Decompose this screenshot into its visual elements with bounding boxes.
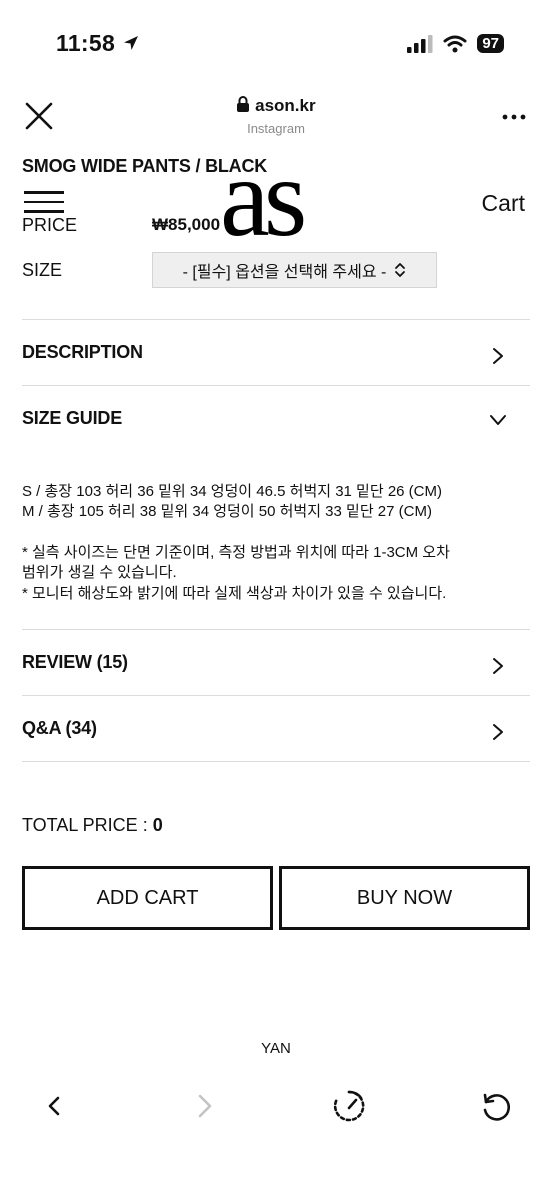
total-price: TOTAL PRICE : 0 — [22, 815, 163, 836]
price-label: PRICE — [22, 215, 78, 235]
footer-text: YAN — [261, 1040, 291, 1057]
qna-toggle[interactable]: Q&A (34) — [22, 718, 97, 739]
url-source: Instagram — [247, 121, 305, 136]
total-price-value: 0 — [152, 815, 163, 835]
menu-icon[interactable] — [24, 191, 64, 213]
size-guide-toggle[interactable]: SIZE GUIDE — [22, 408, 122, 429]
buy-now-button[interactable]: BUY NOW — [279, 866, 530, 930]
back-icon[interactable] — [36, 1088, 72, 1124]
signal-icon — [407, 34, 433, 53]
divider — [22, 385, 530, 386]
total-price-label: TOTAL PRICE : — [22, 815, 153, 835]
url-text: ason.kr — [255, 96, 316, 115]
refresh-icon[interactable] — [478, 1088, 514, 1124]
lock-icon — [237, 96, 250, 112]
speed-icon[interactable] — [331, 1088, 367, 1124]
more-icon[interactable] — [502, 113, 526, 121]
price-value: ₩85,000 — [152, 215, 221, 234]
size-guide-note-2: * 모니터 해상도와 밝기에 따라 실제 색상과 차이가 있을 수 있습니다. — [22, 585, 447, 602]
size-select[interactable]: - [필수] 옵션을 선택해 주세요 - — [152, 252, 437, 288]
divider — [22, 761, 530, 762]
battery-icon: 97 — [477, 34, 504, 53]
add-cart-button[interactable]: ADD CART — [22, 866, 273, 930]
size-select-value: - [필수] 옵션을 선택해 주세요 - — [182, 264, 387, 281]
site-logo[interactable]: as — [220, 142, 307, 254]
description-toggle[interactable]: DESCRIPTION — [22, 342, 143, 363]
size-label: SIZE — [22, 260, 63, 280]
divider — [22, 319, 530, 320]
cart-link[interactable]: Cart — [482, 190, 525, 217]
size-guide-row-m: M / 총장 105 허리 38 밑위 34 엉덩이 50 허벅지 33 밑단 … — [22, 503, 432, 520]
wifi-icon — [443, 35, 467, 52]
divider — [22, 629, 530, 630]
size-guide-row-s: S / 총장 103 허리 36 밑위 34 엉덩이 46.5 허벅지 31 밑… — [22, 483, 442, 500]
divider — [22, 695, 530, 696]
size-guide-note-1: * 실측 사이즈는 단면 기준이며, 측정 방법과 위치에 따라 1-3CM 오… — [22, 544, 450, 581]
status-time-text: 11:58 — [56, 30, 116, 56]
review-toggle[interactable]: REVIEW (15) — [22, 652, 128, 673]
chevron-right-icon[interactable] — [489, 657, 507, 675]
forward-icon[interactable] — [186, 1088, 222, 1124]
updown-chevron-icon — [395, 263, 406, 277]
status-indicators: 97 — [407, 34, 504, 53]
location-arrow-icon — [123, 36, 138, 50]
status-time: 11:58 — [56, 30, 140, 57]
page: 11:58 97 ason.kr Instagram SMOG WIDE PAN… — [0, 0, 552, 1200]
url-bar[interactable]: ason.kr — [0, 96, 552, 116]
battery-level: 97 — [482, 35, 499, 52]
chevron-right-icon[interactable] — [489, 347, 507, 365]
chevron-right-icon[interactable] — [489, 723, 507, 741]
chevron-down-icon[interactable] — [489, 411, 507, 429]
